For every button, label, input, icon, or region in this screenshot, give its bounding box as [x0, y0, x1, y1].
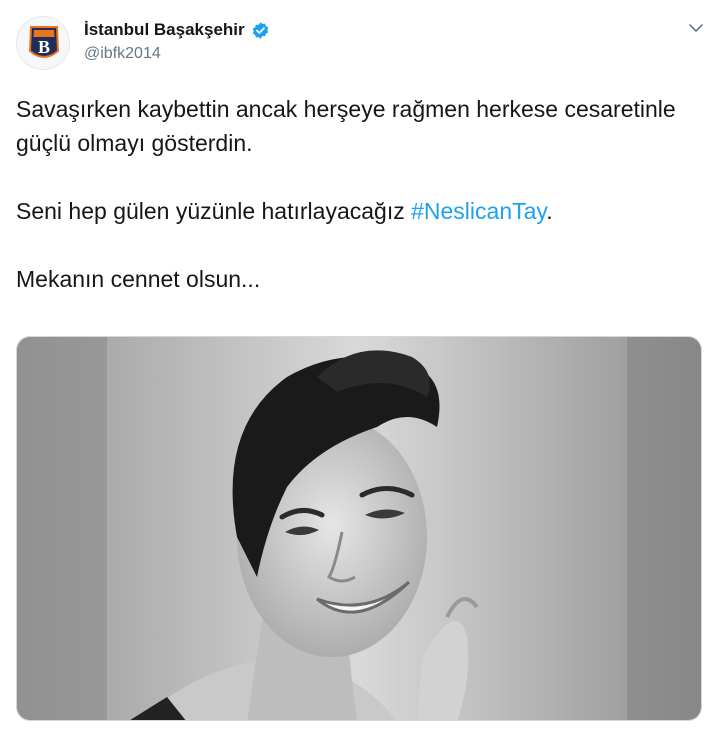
- portrait-photo: [17, 337, 701, 720]
- basaksehir-crest-icon: B: [17, 17, 69, 69]
- hashtag-link[interactable]: #NeslicanTay: [411, 198, 546, 224]
- user-handle[interactable]: @ibfk2014: [84, 45, 161, 63]
- avatar-letter: B: [38, 37, 50, 57]
- avatar[interactable]: B: [16, 16, 70, 70]
- tweet-card: B İstanbul Başakşehir @ibfk2014 Savaşırk…: [0, 0, 728, 735]
- tweet-paragraph-2-text: Seni hep gülen yüzünle hatırlayacağız: [16, 198, 412, 224]
- display-name-row[interactable]: İstanbul Başakşehir: [84, 20, 270, 40]
- verified-badge-icon: [252, 21, 268, 39]
- tweet-photo[interactable]: [16, 336, 702, 721]
- tweet-paragraph-2-end: .: [546, 198, 553, 224]
- tweet-paragraph-1: Savaşırken kaybettin ancak herşeye rağme…: [16, 96, 676, 156]
- tweet-text: Savaşırken kaybettin ancak herşeye rağme…: [16, 92, 696, 296]
- tweet-paragraph-3: Mekanın cennet olsun...: [16, 266, 261, 292]
- tweet-paragraph-2: Seni hep gülen yüzünle hatırlayacağız #N…: [16, 194, 696, 228]
- chevron-down-icon[interactable]: [688, 20, 704, 36]
- display-name[interactable]: İstanbul Başakşehir: [84, 20, 245, 40]
